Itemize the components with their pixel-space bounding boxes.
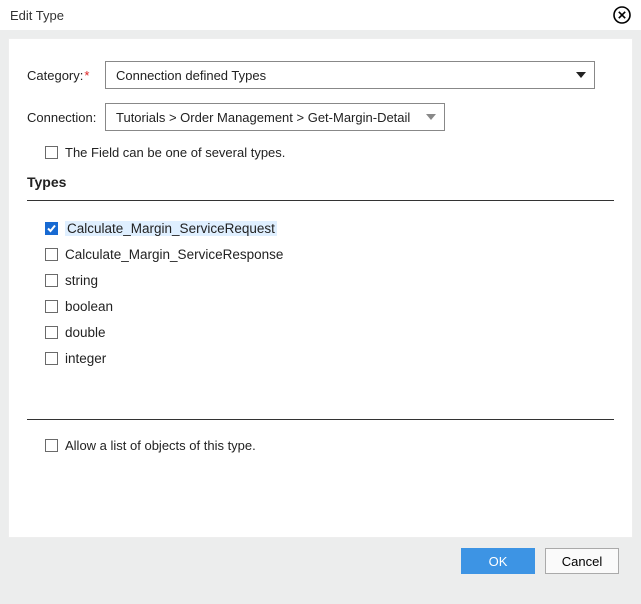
allow-list-checkbox[interactable]: [45, 439, 58, 452]
multi-type-checkbox[interactable]: [45, 146, 58, 159]
title-bar: Edit Type: [0, 0, 641, 30]
type-item[interactable]: integer: [45, 345, 614, 371]
button-bar: OK Cancel: [8, 538, 633, 584]
type-label: string: [65, 273, 98, 288]
type-item[interactable]: boolean: [45, 293, 614, 319]
type-checkbox[interactable]: [45, 248, 58, 261]
type-label: integer: [65, 351, 106, 366]
type-checkbox[interactable]: [45, 326, 58, 339]
type-checkbox[interactable]: [45, 300, 58, 313]
type-checkbox[interactable]: [45, 352, 58, 365]
connection-select[interactable]: Tutorials > Order Management > Get-Margi…: [105, 103, 445, 131]
type-item[interactable]: Calculate_Margin_ServiceRequest: [45, 215, 614, 241]
type-checkbox[interactable]: [45, 274, 58, 287]
type-checkbox[interactable]: [45, 222, 58, 235]
close-icon: [613, 6, 631, 24]
type-item[interactable]: double: [45, 319, 614, 345]
type-label: double: [65, 325, 106, 340]
chevron-down-icon: [576, 72, 586, 78]
divider: [27, 419, 614, 420]
type-item[interactable]: Calculate_Margin_ServiceResponse: [45, 241, 614, 267]
type-list: Calculate_Margin_ServiceRequest Calculate…: [45, 215, 614, 371]
chevron-down-icon: [426, 114, 436, 120]
type-label: boolean: [65, 299, 113, 314]
types-heading: Types: [27, 174, 614, 196]
close-button[interactable]: [611, 4, 633, 26]
connection-label: Connection:: [27, 110, 105, 125]
ok-button[interactable]: OK: [461, 548, 535, 574]
cancel-button[interactable]: Cancel: [545, 548, 619, 574]
edit-type-panel: Category:* Connection defined Types Conn…: [8, 38, 633, 538]
category-value: Connection defined Types: [116, 68, 266, 83]
type-label: Calculate_Margin_ServiceRequest: [65, 221, 277, 236]
type-label: Calculate_Margin_ServiceResponse: [65, 247, 283, 262]
connection-value: Tutorials > Order Management > Get-Margi…: [116, 110, 410, 125]
category-label: Category:*: [27, 68, 105, 83]
allow-list-label: Allow a list of objects of this type.: [65, 438, 256, 453]
dialog-title: Edit Type: [10, 8, 611, 23]
type-item[interactable]: string: [45, 267, 614, 293]
required-asterisk: *: [84, 68, 89, 83]
divider: [27, 200, 614, 201]
multi-type-label: The Field can be one of several types.: [65, 145, 285, 160]
category-select[interactable]: Connection defined Types: [105, 61, 595, 89]
